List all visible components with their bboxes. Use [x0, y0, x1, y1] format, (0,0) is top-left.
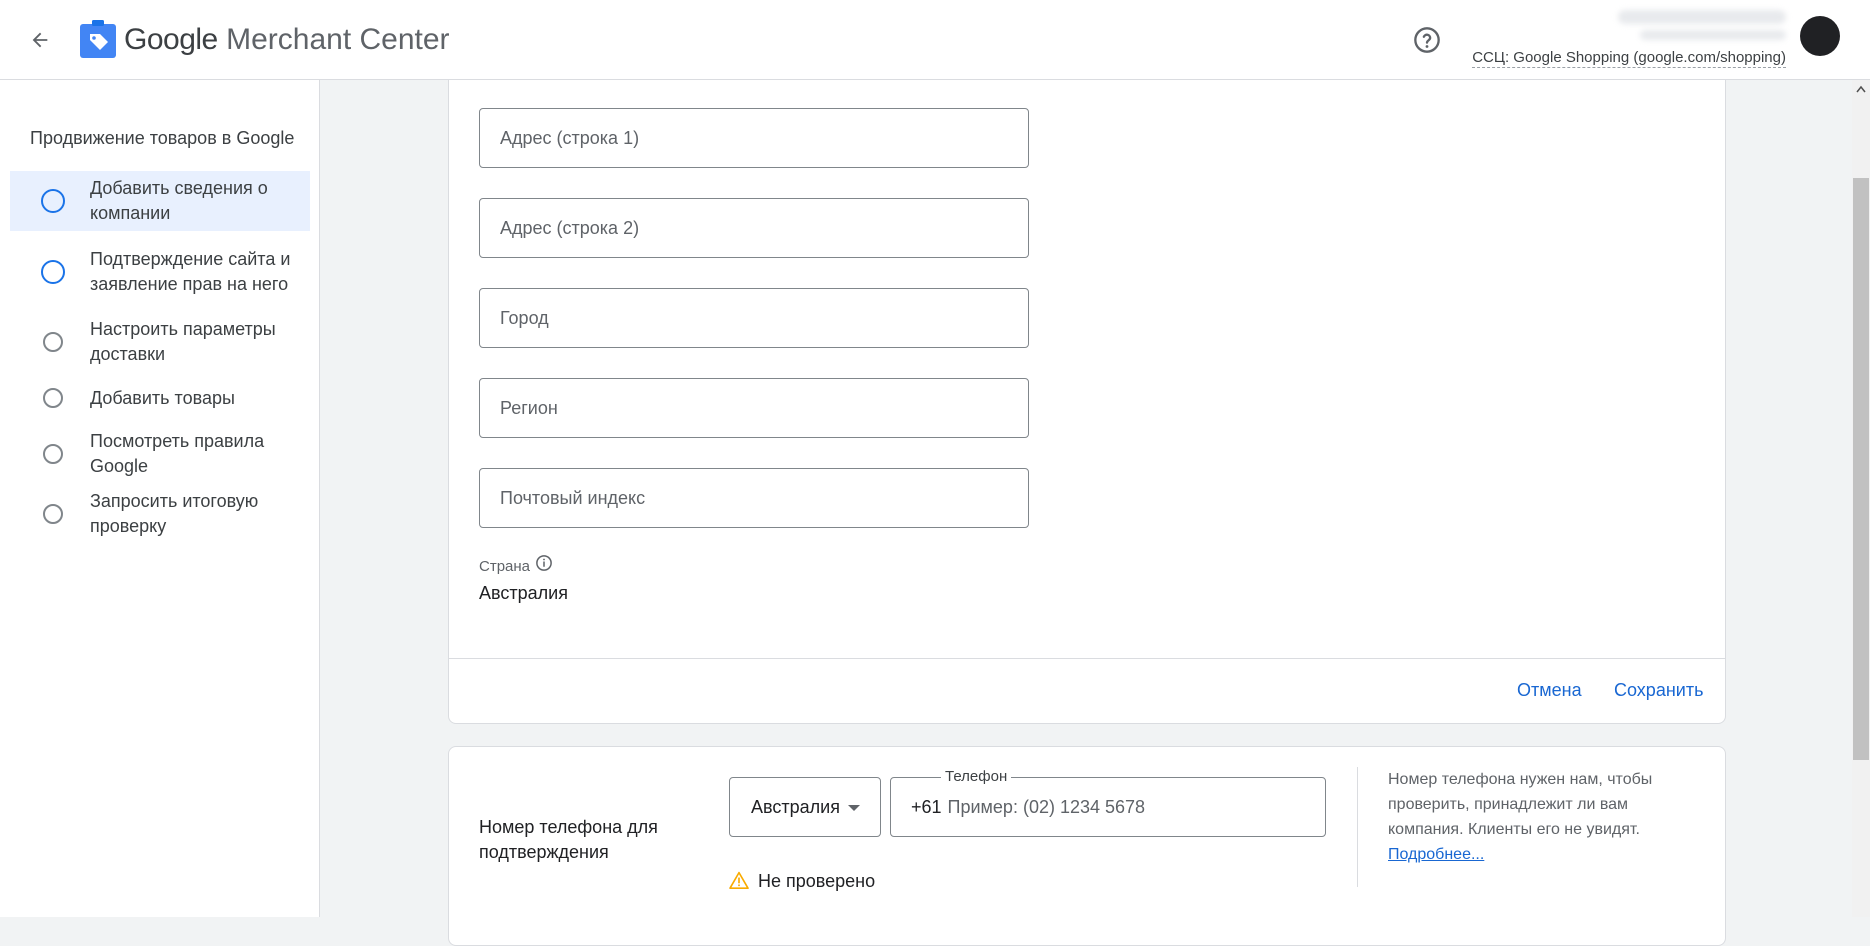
country-label: Страна	[479, 558, 531, 575]
step-status-circle-icon	[41, 189, 65, 213]
cancel-button[interactable]: Отмена	[1517, 680, 1582, 701]
step-status-circle-icon	[41, 260, 65, 284]
step-add-business-info[interactable]: Добавить сведения о компании	[10, 171, 310, 231]
step-label: Подтверждение сайта и заявление прав на …	[90, 249, 291, 294]
address-line1-input[interactable]	[480, 109, 1028, 167]
scrollbar-thumb[interactable]	[1853, 178, 1869, 760]
city-field[interactable]	[479, 288, 1029, 348]
account-email-blurred	[1640, 30, 1786, 40]
account-selector[interactable]: ССЦ: Google Shopping (google.com/shoppin…	[1472, 49, 1786, 68]
sidebar-title: Продвижение товаров в Google	[30, 128, 295, 148]
phone-prefix: +61	[911, 796, 942, 817]
phone-section-title: Номер телефона для подтверждения	[479, 817, 658, 862]
address-line2-field[interactable]	[479, 198, 1029, 258]
phone-field-label: Телефон	[941, 768, 1012, 785]
vertical-divider	[1357, 767, 1358, 887]
country-value: Австралия	[479, 583, 568, 603]
step-status-circle-icon	[43, 444, 63, 464]
region-input[interactable]	[480, 379, 1028, 437]
step-shipping-settings[interactable]: Настроить параметры доставки	[10, 313, 310, 371]
avatar[interactable]	[1800, 16, 1840, 56]
verification-status: Не проверено	[758, 871, 876, 891]
setup-sidebar: Продвижение товаров в Google Добавить св…	[0, 80, 320, 917]
save-button[interactable]: Сохранить	[1614, 680, 1703, 701]
address-line1-field[interactable]	[479, 108, 1029, 168]
step-label: Добавить сведения о компании	[90, 178, 268, 223]
brand-google: Google	[124, 23, 218, 56]
step-status-circle-icon	[43, 504, 63, 524]
brand-product: Merchant Center	[226, 23, 450, 56]
back-button[interactable]	[24, 24, 56, 56]
step-status-circle-icon	[43, 388, 63, 408]
step-status-circle-icon	[43, 332, 63, 352]
scroll-up-button[interactable]	[1852, 82, 1870, 96]
top-app-bar: Google Merchant Center ССЦ: Google Shopp…	[0, 0, 1870, 80]
phone-country-value: Австралия	[751, 796, 840, 817]
arrow-back-icon	[32, 32, 48, 48]
product-brand: Google Merchant Center	[124, 20, 450, 60]
city-input[interactable]	[480, 289, 1028, 347]
address-card: Страна Австралия Отмена Сохранить	[448, 80, 1726, 724]
step-label: Запросить итоговую проверку	[90, 491, 259, 536]
step-request-review[interactable]: Запросить итоговую проверку	[10, 485, 310, 543]
phone-field[interactable]: Телефон +61	[890, 768, 1326, 837]
chevron-up-icon	[1856, 85, 1866, 93]
phone-hint: Номер телефона нужен нам, чтобы проверит…	[1388, 767, 1688, 867]
warning-icon	[729, 871, 749, 889]
postal-code-input[interactable]	[480, 469, 1028, 527]
phone-hint-text: Номер телефона нужен нам, чтобы проверит…	[1388, 771, 1653, 838]
step-review-policies[interactable]: Посмотреть правила Google	[10, 425, 310, 483]
card-divider	[449, 658, 1725, 659]
chevron-down-icon	[848, 805, 860, 811]
phone-verification-card: Номер телефона для подтверждения Австрал…	[448, 746, 1726, 946]
merchant-center-logo	[80, 20, 116, 58]
step-label: Посмотреть правила Google	[90, 431, 265, 476]
account-name-blurred	[1618, 10, 1786, 24]
postal-code-field[interactable]	[479, 468, 1029, 528]
step-label: Настроить параметры доставки	[90, 319, 276, 364]
step-add-products[interactable]: Добавить товары	[10, 373, 310, 423]
phone-country-select[interactable]: Австралия	[729, 777, 881, 837]
help-circle-icon[interactable]	[1413, 26, 1441, 54]
info-icon[interactable]	[535, 554, 553, 572]
region-field[interactable]	[479, 378, 1029, 438]
learn-more-link[interactable]: Подробнее...	[1388, 846, 1484, 863]
phone-input[interactable]	[945, 795, 1290, 819]
step-verify-website[interactable]: Подтверждение сайта и заявление прав на …	[10, 233, 310, 311]
address-line2-input[interactable]	[480, 199, 1028, 257]
step-label: Добавить товары	[90, 387, 235, 408]
